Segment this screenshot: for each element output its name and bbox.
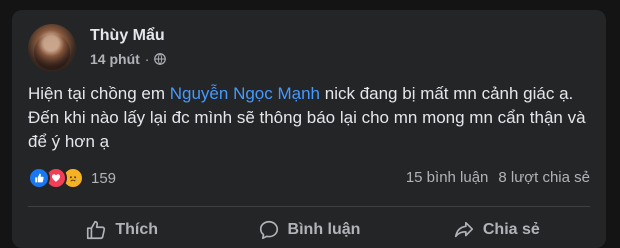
post-text-before: Hiện tại chồng em <box>28 84 170 103</box>
share-button[interactable]: Chia sẻ <box>403 212 590 248</box>
post-meta: 14 phút · <box>90 51 167 67</box>
post-stats: 159 15 bình luận 8 lượt chia sẻ <box>28 166 590 192</box>
meta-separator: · <box>144 51 150 67</box>
avatar-shading <box>34 34 70 70</box>
like-button[interactable]: Thích <box>28 212 215 248</box>
comment-bubble-icon <box>259 220 278 240</box>
reaction-count: 159 <box>91 169 117 187</box>
mention-link[interactable]: Nguyễn Ngọc Mạnh <box>170 84 320 103</box>
post-header: Thùy Mẩu 14 phút · <box>28 24 588 74</box>
like-reaction-icon <box>28 167 50 189</box>
post-card: Thùy Mẩu 14 phút · Hiện tại chồng em Ngu… <box>12 10 606 248</box>
avatar[interactable] <box>28 24 76 72</box>
action-bar: Thích Bình luận Chia sẻ <box>28 212 590 248</box>
like-label: Thích <box>115 221 158 238</box>
divider <box>28 206 590 207</box>
share-count[interactable]: 8 lượt chia sẻ <box>498 169 590 186</box>
post-text: Hiện tại chồng em Nguyễn Ngọc Mạnh nick … <box>28 82 593 154</box>
share-label: Chia sẻ <box>482 221 540 238</box>
share-arrow-icon <box>454 221 473 238</box>
engagement-counts: 15 bình luận 8 lượt chia sẻ <box>406 169 590 186</box>
thumbs-up-icon <box>87 220 106 240</box>
author-name[interactable]: Thùy Mẩu <box>90 27 165 45</box>
comment-button[interactable]: Bình luận <box>215 212 402 248</box>
reactions-summary[interactable]: 159 <box>28 167 116 189</box>
comment-count[interactable]: 15 bình luận <box>406 169 489 186</box>
globe-icon[interactable] <box>154 53 167 65</box>
comment-label: Bình luận <box>287 221 361 238</box>
post-time[interactable]: 14 phút <box>90 51 140 67</box>
